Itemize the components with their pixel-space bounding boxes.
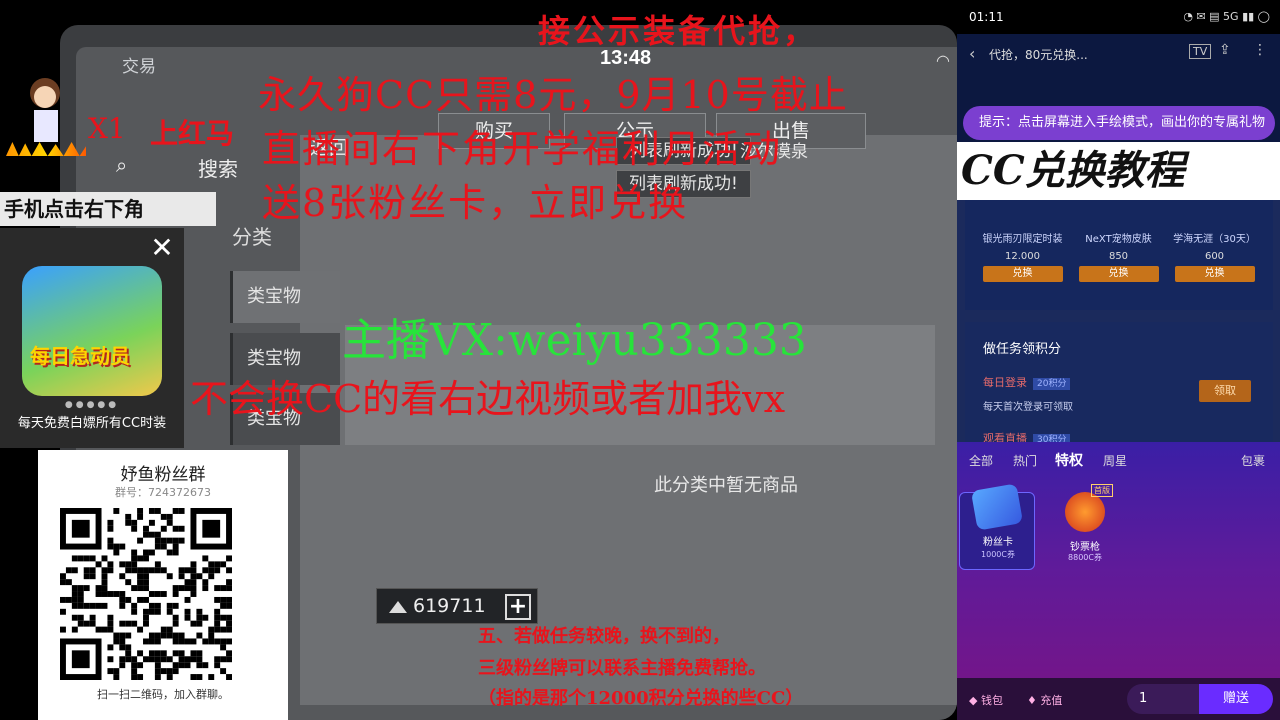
task-desc: 每天首次登录可领取 xyxy=(983,402,1073,413)
carousel-dots[interactable]: ●●●●● xyxy=(0,400,184,410)
flame-decoration xyxy=(6,142,86,156)
draw-gift-tip[interactable]: 提示：点击屏幕进入手绘模式，画出你的专属礼物 xyxy=(963,106,1275,140)
gift-tab-all[interactable]: 全部 xyxy=(969,452,993,469)
shop-item-name: NeXT宠物皮肤 xyxy=(1085,234,1152,245)
promo-image[interactable]: 每日急动员 xyxy=(22,266,162,396)
x1-label: X1 xyxy=(88,112,126,145)
share-icon[interactable]: ⇪ xyxy=(1219,42,1231,58)
exchange-button[interactable]: 兑换 xyxy=(982,266,1063,282)
shop-item-name: 银光雨刃限定时装 xyxy=(982,234,1063,245)
quantity-stepper[interactable]: 1 xyxy=(1127,684,1199,714)
exchange-shop: 银光雨刃限定时装 12.000 兑换 NeXT宠物皮肤 850 兑换 学海无涯（… xyxy=(965,200,1273,310)
shop-item-price: 850 xyxy=(1108,251,1129,262)
status-time: 01:11 xyxy=(969,10,1004,24)
gift-action-bar: ◆ 钱包 ♦ 充值 1 赠送 xyxy=(957,678,1280,720)
points-badge: 20积分 xyxy=(1033,378,1071,390)
gift-money-gun[interactable]: 首版 钞票枪 8800C券 xyxy=(1047,484,1123,570)
cc-tutorial-banner: CC兑换教程 xyxy=(957,142,1280,200)
claim-button[interactable]: 领取 xyxy=(1199,380,1251,402)
horse-label: 上红马 xyxy=(150,117,235,150)
banner-line-1: 永久狗CC只需8元，9月10号截止 xyxy=(258,73,848,117)
gift-tag: 首版 xyxy=(1091,484,1113,497)
tasks-title: 做任务领积分 xyxy=(983,342,1062,357)
note-line-2: 三级粉丝牌可以联系主播免费帮抢。 xyxy=(478,658,766,679)
wifi-icon: ◠ xyxy=(936,53,950,70)
search-button[interactable]: 搜索 xyxy=(198,153,238,182)
promo-caption: 每天免费白嫖所有CC时装 xyxy=(17,416,167,431)
gift-tab-weekstar[interactable]: 周星 xyxy=(1103,452,1127,469)
streamer-avatar xyxy=(6,74,86,160)
fan-card-icon xyxy=(970,483,1024,531)
exchange-button[interactable]: 兑换 xyxy=(1078,266,1159,282)
shop-item: 银光雨刃限定时装 12.000 兑换 xyxy=(975,230,1070,290)
gift-tab-privilege[interactable]: 特权 xyxy=(1055,450,1083,470)
category-item[interactable]: 类宝物 xyxy=(230,271,340,323)
stream-canvas: 交易 13:48 ◠ 购买 公示 出售 返回 ⌕ 搜索 分类 类宝物 类宝物 类… xyxy=(0,0,1280,720)
balance-value: 619711 xyxy=(413,595,486,617)
empty-message: 此分类中暂无商品 xyxy=(654,475,798,495)
group-title: 妤鱼粉丝群 xyxy=(120,465,206,485)
phone-hint-label: 手机点击右下角 xyxy=(0,192,216,226)
banner-line-3: 送8张粉丝卡，立即兑换 xyxy=(262,181,689,225)
task-panel: 做任务领积分 每日登录 20积分 每天首次登录可领取 领取 观看直播 30积分 xyxy=(965,322,1273,447)
shop-item: 学海无涯（30天） 600 兑换 xyxy=(1167,230,1262,290)
tv-icon[interactable]: TV xyxy=(1189,44,1212,59)
send-gift-button[interactable]: 赠送 xyxy=(1199,684,1273,714)
note-line-3: （指的是那个12000积分兑换的些CC） xyxy=(478,688,804,709)
more-icon[interactable]: ⋮ xyxy=(1253,42,1267,58)
gift-tab-bag[interactable]: 包裹 xyxy=(1241,452,1265,469)
group-number: 群号：724372673 xyxy=(115,486,211,499)
gift-panel: 全部 热门 特权 周星 包裹 粉丝卡 1000C券 首版 钞票枪 8800C券 … xyxy=(957,442,1280,720)
currency-icon xyxy=(389,601,407,613)
wallet-label: 钱包 xyxy=(980,694,1003,707)
back-arrow-icon[interactable]: ‹ xyxy=(969,44,975,63)
gift-name: 粉丝卡 xyxy=(983,537,1013,548)
banner-top: 接公示装备代抢， xyxy=(538,12,819,50)
shop-item-price: 12.000 xyxy=(1005,251,1040,262)
room-title: 代抢，80元兑换... xyxy=(989,48,1088,62)
shop-item-name: 学海无涯（30天） xyxy=(1173,234,1256,245)
qr-code-image[interactable] xyxy=(60,508,232,680)
gift-price: 8800C券 xyxy=(1068,553,1102,562)
shop-item-price: 600 xyxy=(1204,251,1225,262)
avatar-body xyxy=(34,110,58,142)
close-icon[interactable]: ✕ xyxy=(146,232,178,264)
status-bar: 01:11 ◔ ✉ ▤ 5G ▮▮ ◯ xyxy=(957,0,1280,34)
avatar-face xyxy=(34,86,56,108)
recharge-label: 充值 xyxy=(1040,694,1063,707)
gift-tab-hot[interactable]: 热门 xyxy=(1013,452,1037,469)
task-row: 每日登录 20积分 xyxy=(983,374,1071,390)
qr-footer: 扫一扫二维码，加入群聊。 xyxy=(97,688,229,701)
promo-art-text: 每日急动员 xyxy=(30,344,130,368)
banner-line-2: 直播间右下角开学福利月活动 xyxy=(262,127,783,171)
gift-price: 1000C券 xyxy=(981,550,1015,559)
gift-name: 钞票枪 xyxy=(1070,542,1100,553)
trade-title: 交易 xyxy=(122,57,156,76)
wallet-button[interactable]: ◆ 钱包 xyxy=(969,692,1003,708)
fan-group-card: 妤鱼粉丝群 群号：724372673 扫一扫二维码，加入群聊。 xyxy=(38,450,288,720)
add-currency-button[interactable]: + xyxy=(505,594,531,620)
currency-balance: 619711 + xyxy=(376,588,538,624)
recharge-button[interactable]: ♦ 充值 xyxy=(1027,692,1062,708)
task-name: 每日登录 xyxy=(983,376,1027,389)
vx-hint: 不会换CC的看右边视频或者加我vx xyxy=(190,377,786,421)
status-icons: ◔ ✉ ▤ 5G ▮▮ ◯ xyxy=(1183,10,1270,23)
phone-live-room: 01:11 ◔ ✉ ▤ 5G ▮▮ ◯ ‹ 代抢，80元兑换... TV ⇪ ⋮… xyxy=(957,0,1280,720)
note-line-1: 五、若做任务较晚，换不到的， xyxy=(478,626,730,647)
exchange-button[interactable]: 兑换 xyxy=(1174,266,1255,282)
shop-item: NeXT宠物皮肤 850 兑换 xyxy=(1071,230,1166,290)
search-icon[interactable]: ⌕ xyxy=(116,155,127,178)
streamer-vx: 主播VX:weiyu333333 xyxy=(342,315,807,366)
gift-fan-card[interactable]: 粉丝卡 1000C券 xyxy=(959,483,1035,570)
money-gun-icon xyxy=(1065,492,1105,532)
